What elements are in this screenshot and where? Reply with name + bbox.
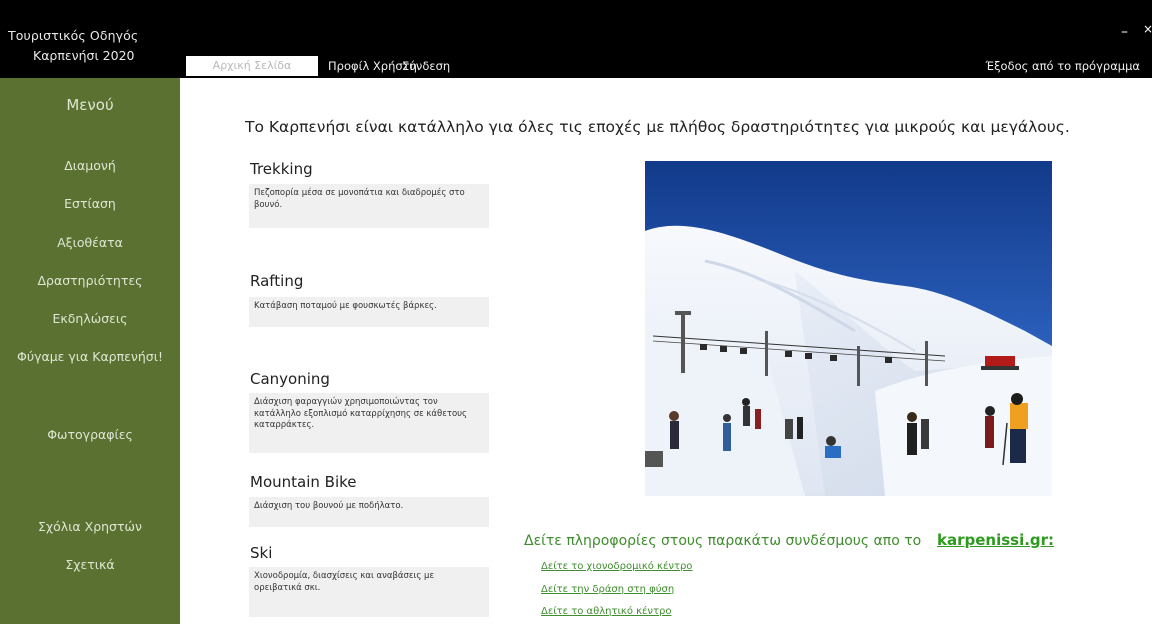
sidebar-item-events[interactable]: Εκδηλώσεις [0,311,180,326]
exit-program-button[interactable]: Έξοδος από το πρόγραμμα [986,57,1140,75]
app-title-line1: Τουριστικός Οδηγός [8,28,139,43]
sidebar-title: Μενού [66,96,114,114]
close-button[interactable]: × [1143,22,1152,36]
sidebar-divider [180,78,186,624]
activity-title-canyoning: Canyoning [250,370,330,388]
intro-text: Το Καρπενήσι είναι κατάλληλο για όλες τι… [245,118,1070,136]
tab-login[interactable]: Σύνδεση [402,57,450,75]
tab-home[interactable]: Αρχική Σελίδα [186,56,318,76]
links-heading: Δείτε πληροφορίες στους παρακάτω συνδέσμ… [524,533,922,549]
sidebar-item-activities[interactable]: Δραστηριότητες [0,273,180,288]
activity-desc-ski: Χιονοδρομία, διασχίσεις και αναβάσεις με… [249,567,489,617]
karpenissi-link[interactable]: karpenissi.gr: [937,531,1054,549]
activity-title-trekking: Trekking [250,160,313,178]
ski-resort-photo [645,161,1052,496]
link-ski-center[interactable]: Δείτε το χιονοδρομικό κέντρο [541,561,692,572]
activity-desc-mountain-bike: Διάσχιση του βουνού με ποδήλατο. [249,497,489,527]
sidebar-item-sights[interactable]: Αξιοθέατα [0,235,180,250]
sidebar-item-accommodation[interactable]: Διαμονή [0,158,180,173]
activity-desc-canyoning: Διάσχιση φαραγγιών χρησιμοποιώντας τον κ… [249,393,489,453]
link-nature-action[interactable]: Δείτε την δράση στη φύση [541,584,674,595]
activity-title-mountain-bike: Mountain Bike [250,473,357,491]
activity-title-rafting: Rafting [250,272,304,290]
sidebar-item-about[interactable]: Σχετικά [0,557,180,572]
sidebar: Μενού Διαμονή Εστίαση Αξιοθέατα Δραστηρι… [0,78,180,624]
app-title: Τουριστικός Οδηγός Καρπενήσι 2020 [0,18,180,78]
link-sports-center[interactable]: Δείτε το αθλητικό κέντρο [541,606,671,617]
sidebar-item-trip[interactable]: Φύγαμε για Καρπενήσι! [0,349,180,364]
sidebar-item-photos[interactable]: Φωτογραφίες [0,427,180,442]
sidebar-item-comments[interactable]: Σχόλια Χρηστών [0,519,180,534]
minimize-button[interactable]: – [1121,24,1128,40]
app-title-line2: Καρπενήσι 2020 [33,48,135,63]
activity-desc-trekking: Πεζοπορία μέσα σε μονοπάτια και διαδρομέ… [249,184,489,228]
activity-title-ski: Ski [250,544,273,562]
sidebar-item-dining[interactable]: Εστίαση [0,196,180,211]
activity-desc-rafting: Κατάβαση ποταμού με φουσκωτές βάρκες. [249,297,489,327]
